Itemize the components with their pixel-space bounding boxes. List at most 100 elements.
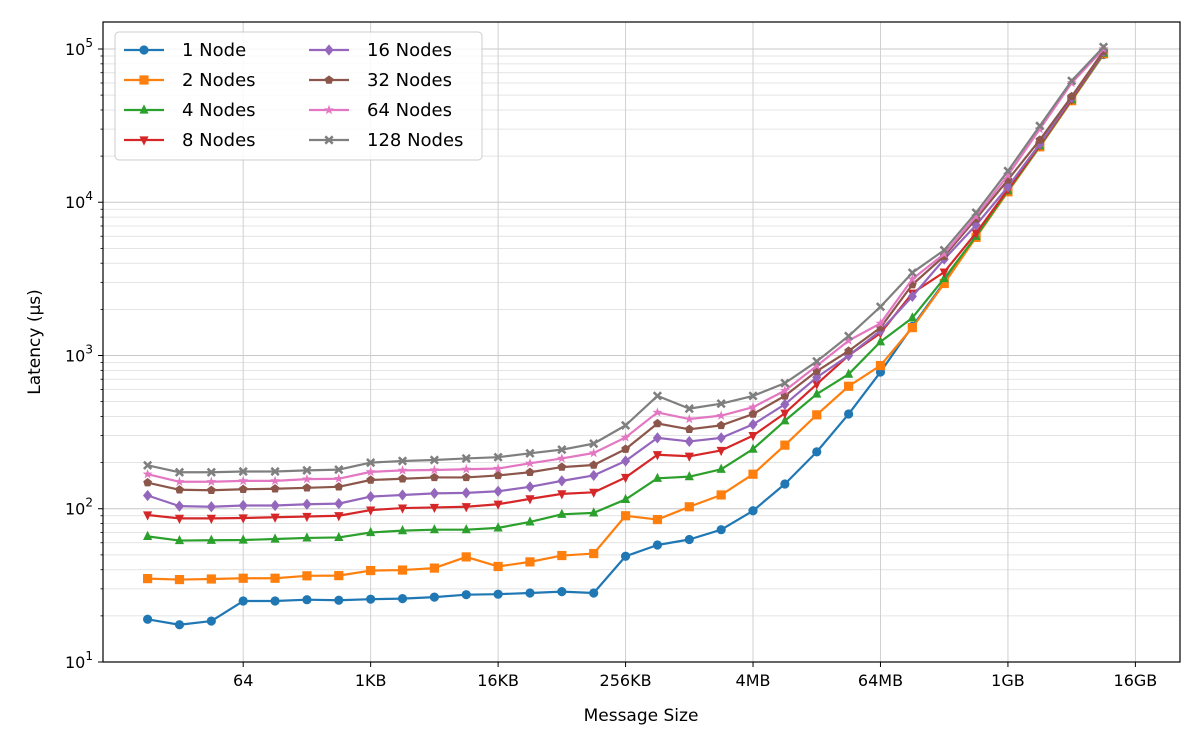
data-point	[461, 472, 471, 482]
data-point	[142, 469, 153, 479]
data-point	[716, 525, 726, 535]
data-point	[780, 440, 790, 450]
data-point	[429, 487, 439, 499]
data-point	[238, 596, 248, 606]
x-tick-label: 16GB	[1114, 671, 1158, 690]
data-point	[812, 410, 822, 420]
data-point	[270, 484, 280, 493]
y-tick-label: 105	[65, 36, 93, 59]
data-point	[270, 475, 281, 486]
data-point	[143, 574, 153, 584]
data-point	[174, 620, 185, 630]
data-point	[716, 432, 726, 444]
data-point	[652, 540, 663, 550]
data-point	[366, 594, 376, 604]
data-point	[430, 472, 439, 482]
data-point	[653, 418, 662, 428]
data-point	[652, 514, 663, 525]
data-point	[525, 458, 535, 468]
y-tick-label: 103	[65, 342, 93, 365]
data-point	[174, 476, 185, 486]
data-point	[780, 479, 790, 489]
data-point	[461, 487, 471, 499]
data-point	[174, 574, 185, 585]
data-point	[684, 424, 694, 434]
legend-label: 4 Nodes	[182, 100, 256, 121]
data-point	[206, 501, 216, 513]
data-point	[429, 563, 439, 573]
data-point	[334, 595, 344, 605]
data-point	[557, 586, 567, 597]
data-point	[525, 481, 535, 493]
data-point	[525, 557, 535, 567]
data-point	[525, 467, 535, 476]
legend-label: 32 Nodes	[367, 70, 452, 91]
data-point	[302, 595, 312, 605]
data-point	[684, 502, 694, 512]
data-point	[206, 485, 216, 494]
data-point	[493, 589, 503, 599]
data-point	[875, 360, 886, 371]
legend: 1 Node 2 Nodes 4 Nodes 8 Nodes 16 Nodes 32 No…	[114, 31, 483, 161]
x-tick-label: 256KB	[600, 671, 652, 690]
x-axis-label: Message Size	[584, 706, 699, 726]
data-point	[684, 413, 695, 424]
data-point	[143, 489, 153, 502]
data-point	[652, 391, 663, 401]
data-point	[270, 573, 280, 583]
data-point	[589, 548, 599, 559]
data-point	[175, 485, 184, 494]
data-point	[716, 490, 726, 500]
data-point	[716, 410, 727, 420]
data-point	[907, 323, 917, 333]
data-point	[556, 453, 567, 463]
data-point	[493, 470, 503, 480]
x-tick-label: 64	[233, 671, 253, 690]
data-point	[557, 475, 567, 487]
data-point	[589, 469, 599, 482]
data-point	[397, 594, 408, 604]
data-point	[334, 571, 344, 581]
y-tick-label: 104	[65, 189, 93, 212]
data-point	[302, 498, 312, 510]
data-point	[270, 596, 280, 606]
data-point	[461, 552, 471, 562]
data-point	[589, 588, 599, 598]
data-point	[812, 447, 822, 457]
data-point	[238, 499, 248, 512]
legend-label: 2 Nodes	[182, 70, 256, 91]
data-point	[333, 473, 344, 483]
data-point	[238, 484, 248, 493]
data-point	[493, 561, 503, 572]
latency-chart: 101 102 103 104 105 64 1KB 16KB 256KB 4MB 64MB 1GB 1…	[25, 21, 1181, 726]
data-point	[429, 464, 440, 475]
data-point	[206, 476, 217, 486]
data-point	[748, 418, 758, 431]
legend-label: 64 Nodes	[367, 100, 452, 121]
y-axis-label: Latency (µs)	[25, 289, 45, 395]
data-point	[557, 462, 567, 471]
data-point	[397, 565, 408, 575]
legend-swatch-marker	[139, 75, 149, 85]
data-point	[844, 409, 854, 419]
data-point	[684, 534, 694, 545]
x-tick-label: 1GB	[991, 671, 1025, 690]
data-point	[589, 460, 599, 469]
x-tick-label: 1KB	[355, 671, 387, 690]
data-point	[302, 571, 312, 581]
data-point	[334, 482, 344, 491]
data-point	[748, 506, 758, 516]
data-point	[684, 452, 694, 462]
data-point	[397, 465, 408, 475]
data-point	[398, 474, 407, 483]
data-point	[366, 565, 376, 576]
x-tick-label: 4MB	[736, 671, 771, 690]
data-point	[174, 500, 185, 512]
data-point	[301, 473, 312, 484]
x-tick-label: 16KB	[477, 671, 519, 690]
legend-swatch-marker	[139, 45, 149, 55]
data-point	[557, 550, 567, 561]
legend-label: 16 Nodes	[367, 40, 452, 61]
data-point	[397, 489, 408, 501]
data-point	[620, 511, 631, 521]
